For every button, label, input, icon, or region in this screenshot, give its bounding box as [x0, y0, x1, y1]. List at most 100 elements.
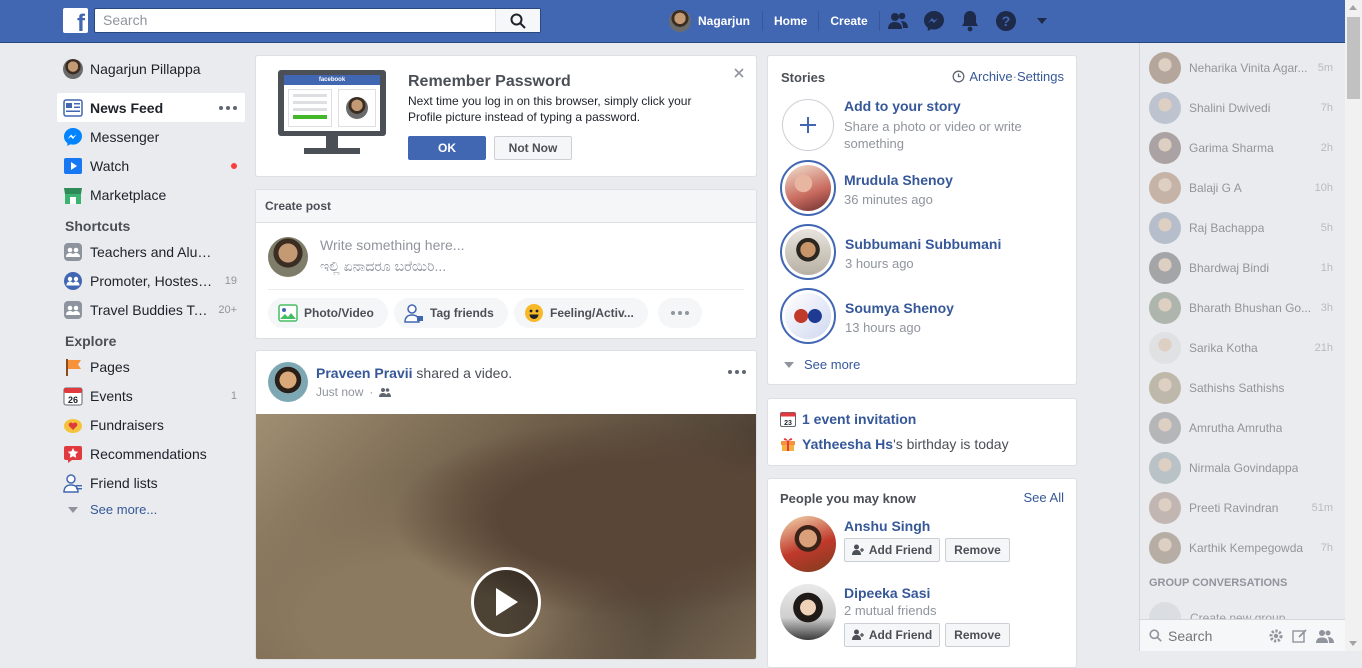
flag-icon: [63, 357, 83, 377]
profile-link[interactable]: Nagarjun: [669, 10, 764, 32]
chat-contact-row[interactable]: Bharath Bhushan Go... 3h: [1140, 288, 1345, 328]
chat-contact-row[interactable]: Bhardwaj Bindi 1h: [1140, 248, 1345, 288]
new-message-icon[interactable]: [1292, 628, 1308, 644]
video-thumbnail[interactable]: [256, 414, 756, 659]
feeling-activity-button[interactable]: Feeling/Activ...: [514, 298, 648, 328]
chat-contact-row[interactable]: Garima Sharma 2h: [1140, 128, 1345, 168]
remember-body: Next time you log in on this browser, si…: [408, 94, 692, 124]
page-scrollbar[interactable]: [1345, 0, 1362, 651]
sidebar-item-watch[interactable]: Watch: [57, 151, 245, 180]
avatar[interactable]: [780, 584, 836, 640]
tag-friends-icon: [404, 303, 424, 323]
story-avatar[interactable]: [780, 160, 836, 216]
chat-contact-row[interactable]: Neharika Vinita Agar... 5m: [1140, 48, 1345, 88]
friend-requests-icon[interactable]: [880, 8, 916, 34]
gear-icon[interactable]: [1268, 628, 1284, 644]
create-link[interactable]: Create: [819, 11, 880, 31]
avatar[interactable]: [268, 362, 308, 402]
stories-card: Stories Archive · Settings Add to your s…: [767, 55, 1077, 385]
tag-friends-button[interactable]: Tag friends: [394, 298, 508, 328]
avatar: [669, 10, 691, 32]
more-options-icon[interactable]: [728, 370, 746, 374]
more-options-icon[interactable]: [219, 105, 237, 110]
scrollbar-thumb[interactable]: [1347, 17, 1360, 99]
search-button[interactable]: [495, 9, 540, 32]
search-input[interactable]: [95, 9, 495, 31]
settings-link[interactable]: Settings: [1017, 69, 1064, 84]
sidebar-item-pages[interactable]: Pages: [57, 352, 245, 381]
remove-button[interactable]: Remove: [945, 623, 1010, 647]
sidebar-item-events[interactable]: 26 Events 1: [57, 381, 245, 410]
sidebar-item-label: Watch: [90, 157, 130, 174]
sidebar-shortcut-item[interactable]: Teachers and Alum...: [57, 237, 245, 266]
birthday-name-link[interactable]: Yatheesha Hs: [802, 436, 893, 452]
add-story-button[interactable]: [782, 99, 834, 151]
sidebar-item-recommendations[interactable]: Recommendations: [57, 439, 245, 468]
add-friend-button[interactable]: Add Friend: [844, 623, 940, 647]
post-time[interactable]: Just now: [316, 385, 363, 399]
chat-contact-row[interactable]: Nirmala Govindappa: [1140, 448, 1345, 488]
sidebar-shortcut-item[interactable]: Travel Buddies Talk... 20+: [57, 295, 245, 324]
scroll-down-arrow-icon[interactable]: [1349, 641, 1357, 646]
chat-contact-row[interactable]: Amrutha Amrutha: [1140, 408, 1345, 448]
sidebar-item-news-feed[interactable]: News Feed: [57, 93, 245, 122]
photo-video-button[interactable]: Photo/Video: [268, 298, 388, 328]
stories-see-more[interactable]: See more: [784, 357, 860, 372]
event-invitation-row[interactable]: 23 1 event invitation: [780, 411, 916, 427]
avatar: [1149, 492, 1181, 524]
chat-search-input[interactable]: [1168, 627, 1268, 644]
story-name[interactable]: Soumya Shenoy: [845, 300, 954, 316]
gift-icon: [781, 438, 795, 451]
composer-placeholder: Write something here...: [320, 237, 465, 253]
create-group-row[interactable]: Create new group: [1149, 601, 1285, 621]
chat-contact-name: Nirmala Govindappa: [1189, 461, 1299, 475]
close-icon[interactable]: [734, 66, 744, 81]
search-box: [94, 8, 541, 33]
chat-contact-row[interactable]: Balaji G A 10h: [1140, 168, 1345, 208]
avatar[interactable]: [780, 516, 836, 572]
chat-contact-row[interactable]: Sarika Kotha 21h: [1140, 328, 1345, 368]
play-button[interactable]: [471, 567, 541, 637]
post-composer-input[interactable]: Write something here... ಇಲ್ಲಿ ಏನಾದರೂ ಬರೆ…: [320, 235, 740, 279]
sidebar-see-more[interactable]: See more...: [57, 497, 245, 522]
sidebar-shortcut-item[interactable]: Promoter, Hostess... 19: [57, 266, 245, 295]
sidebar-item-fundraisers[interactable]: Fundraisers: [57, 410, 245, 439]
not-now-button[interactable]: Not Now: [494, 136, 572, 160]
story-name[interactable]: Mrudula Shenoy: [844, 172, 953, 188]
archive-link[interactable]: Archive: [969, 69, 1012, 84]
sidebar-item-messenger[interactable]: Messenger: [57, 122, 245, 151]
chat-contact-row[interactable]: Preeti Ravindran 51m: [1140, 488, 1345, 528]
story-name[interactable]: Subbumani Subbumani: [845, 236, 1001, 252]
scroll-up-arrow-icon[interactable]: [1349, 5, 1357, 10]
sidebar-item-friend-lists[interactable]: Friend lists: [57, 468, 245, 497]
chat-contact-row[interactable]: Karthik Kempegowda 7h: [1140, 528, 1345, 568]
chat-contact-row[interactable]: Raj Bachappa 5h: [1140, 208, 1345, 248]
left-sidebar: Nagarjun Pillappa News Feed Messenger Wa…: [57, 55, 245, 522]
add-friend-button[interactable]: Add Friend: [844, 538, 940, 562]
chat-contact-name: Balaji G A: [1189, 181, 1242, 195]
add-friend-icon: [851, 629, 864, 640]
notifications-bell-icon[interactable]: [952, 8, 988, 34]
sidebar-item-marketplace[interactable]: Marketplace: [57, 180, 245, 209]
remove-button[interactable]: Remove: [945, 538, 1010, 562]
story-avatar[interactable]: [780, 288, 836, 344]
chat-contact-row[interactable]: Shalini Dwivedi 7h: [1140, 88, 1345, 128]
add-story-title[interactable]: Add to your story: [844, 98, 961, 114]
see-all-link[interactable]: See All: [1024, 490, 1064, 505]
ok-button[interactable]: OK: [408, 136, 486, 160]
help-icon[interactable]: ?: [988, 8, 1024, 34]
sidebar-profile[interactable]: Nagarjun Pillappa: [57, 55, 245, 83]
home-link[interactable]: Home: [763, 11, 820, 31]
person-name[interactable]: Dipeeka Sasi: [844, 585, 930, 601]
account-menu-chevron-down-icon[interactable]: [1024, 8, 1060, 34]
messenger-icon[interactable]: [916, 8, 952, 34]
person-name[interactable]: Anshu Singh: [844, 518, 930, 534]
post-author-link[interactable]: Praveen Pravii: [316, 365, 413, 381]
chat-contact-row[interactable]: Sathishs Sathishs: [1140, 368, 1345, 408]
chat-contact-list: Neharika Vinita Agar... 5m Shalini Dwivedi…: [1140, 48, 1345, 568]
story-avatar[interactable]: [780, 224, 836, 280]
people-you-may-know-card: People you may know See All Anshu Singh …: [767, 478, 1077, 668]
more-actions-button[interactable]: [658, 298, 702, 328]
facebook-logo-icon[interactable]: f: [63, 8, 88, 33]
create-group-icon[interactable]: [1316, 628, 1334, 644]
